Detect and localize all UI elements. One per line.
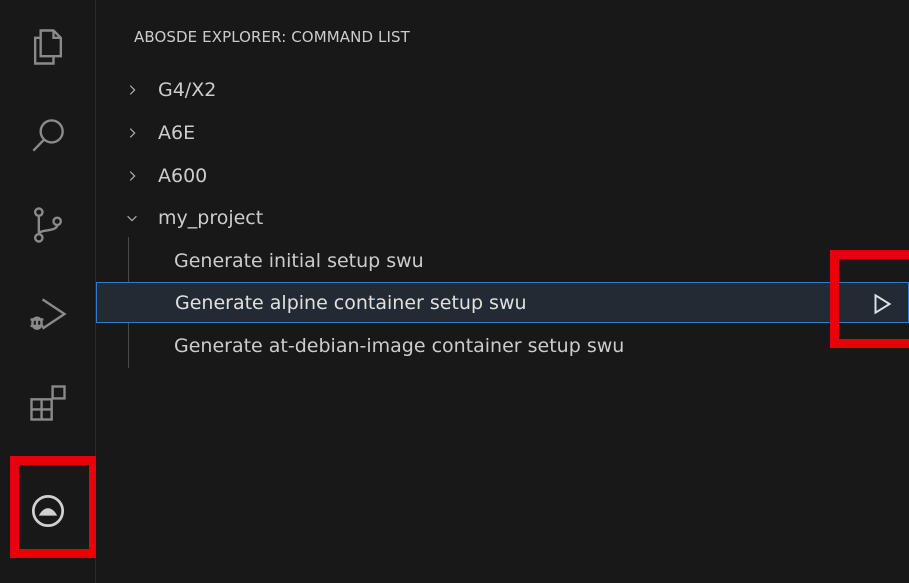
command-list-panel: ABOSDE EXPLORER: COMMAND LIST G4/X2 A6E … <box>96 0 909 583</box>
command-item-label: Generate initial setup swu <box>174 249 424 272</box>
tree-item-label: A600 <box>158 164 208 187</box>
chevron-right-icon <box>124 168 140 184</box>
command-item-at-debian-container[interactable]: Generate at-debian-image container setup… <box>96 325 909 366</box>
run-debug-icon <box>30 298 67 330</box>
explorer-icon <box>33 29 63 65</box>
command-item-initial-setup[interactable]: Generate initial setup swu <box>96 240 909 281</box>
activity-source-control[interactable] <box>0 190 96 260</box>
tree-item-label: my_project <box>158 206 264 229</box>
activity-explorer[interactable] <box>0 12 96 82</box>
activity-run-debug[interactable] <box>0 279 96 349</box>
search-icon <box>32 119 64 152</box>
tree-item-a6e[interactable]: A6E <box>96 112 909 153</box>
extensions-icon <box>30 385 66 421</box>
tree-item-a600[interactable]: A600 <box>96 155 909 196</box>
chevron-right-icon <box>124 125 140 141</box>
highlight-run-button <box>830 250 909 348</box>
chevron-down-icon <box>124 210 140 226</box>
highlight-activity-abosde <box>10 456 98 558</box>
tree-item-my-project[interactable]: my_project <box>96 197 909 238</box>
command-item-label: Generate at-debian-image container setup… <box>174 334 625 357</box>
tree-item-g4x2[interactable]: G4/X2 <box>96 69 909 110</box>
tree-item-label: G4/X2 <box>158 78 217 101</box>
chevron-right-icon <box>124 82 140 98</box>
tree-item-label: A6E <box>158 121 196 144</box>
panel-title: ABOSDE EXPLORER: COMMAND LIST <box>134 28 410 46</box>
activity-search[interactable] <box>0 101 96 171</box>
activity-extensions[interactable] <box>0 368 96 438</box>
command-item-label: Generate alpine container setup swu <box>175 291 527 314</box>
source-control-icon <box>33 207 63 243</box>
command-item-alpine-container[interactable]: Generate alpine container setup swu <box>96 282 909 323</box>
